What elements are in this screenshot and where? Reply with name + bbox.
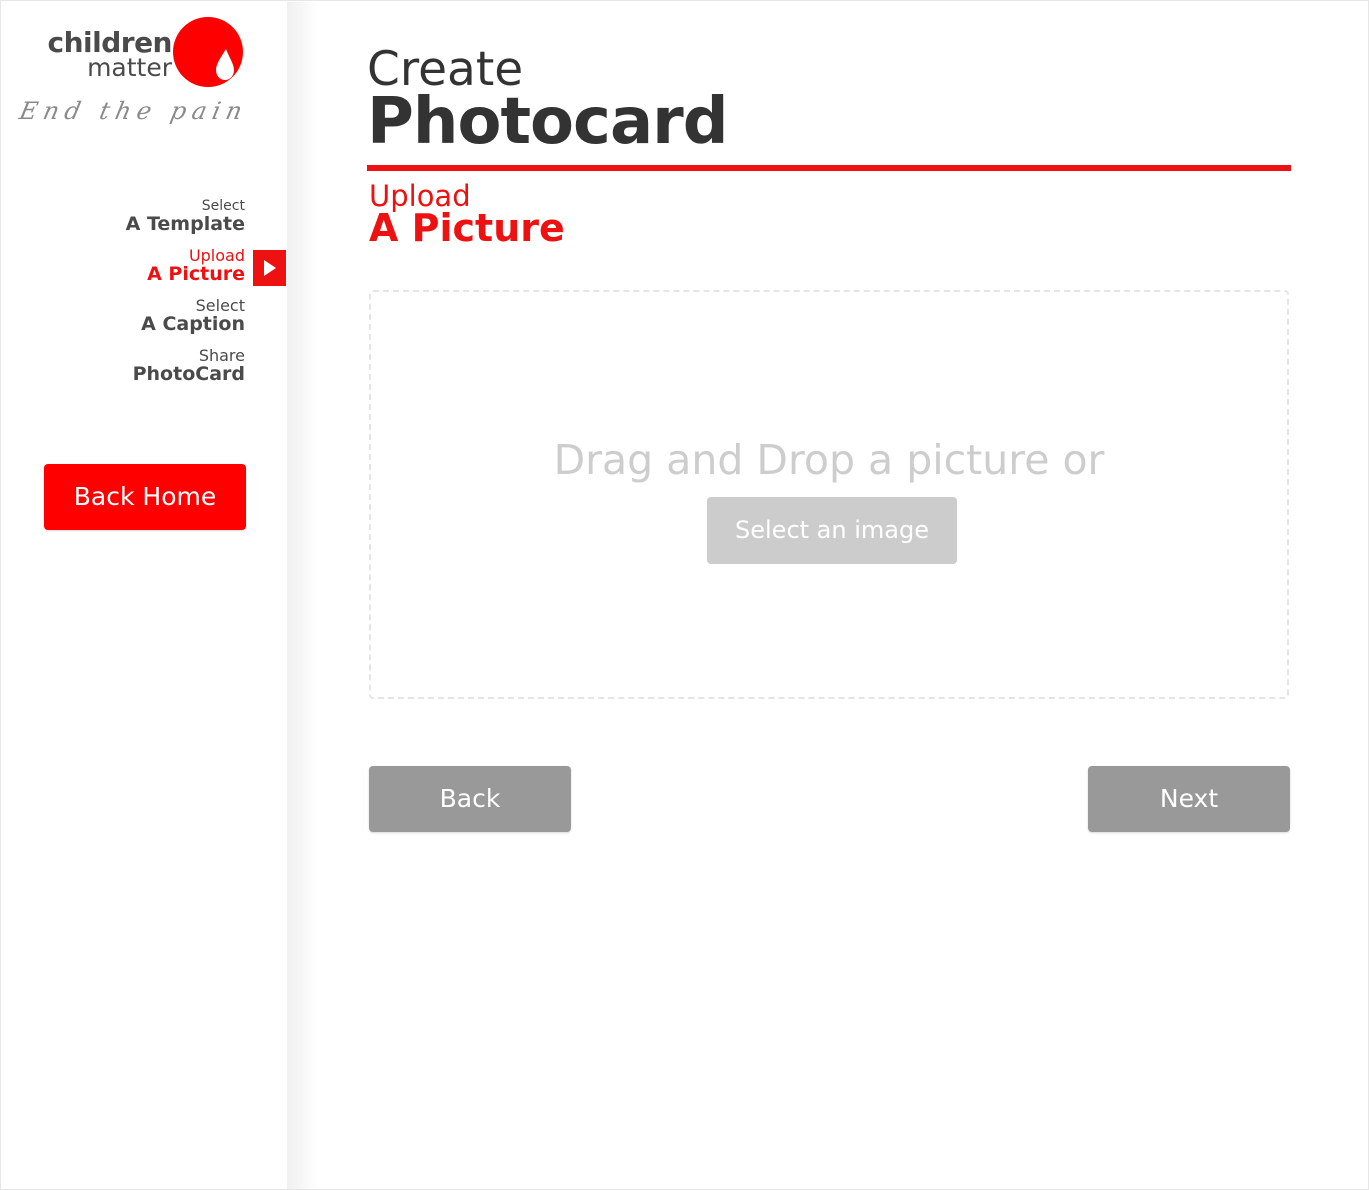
step-label-big: A Template [125, 213, 245, 235]
main-content: Create Photocard Upload A Picture Drag a… [367, 1, 1291, 1189]
next-button[interactable]: Next [1088, 766, 1290, 832]
logo-word-matter: matter [87, 53, 172, 82]
step-select-template[interactable]: Select A Template [2, 198, 286, 248]
image-dropzone[interactable]: Drag and Drop a picture or Select an ima… [369, 290, 1289, 699]
step-upload-picture[interactable]: Upload A Picture [2, 248, 286, 298]
step-share-photocard[interactable]: Share PhotoCard [2, 348, 286, 398]
logo[interactable]: children matter End the pain [2, 2, 286, 152]
back-button[interactable]: Back [369, 766, 571, 832]
app-frame: children matter End the pain Select A Te… [0, 0, 1369, 1190]
sidebar-shadow [287, 2, 319, 1189]
step-label-small: Share [198, 346, 245, 365]
play-arrow-icon [264, 260, 276, 276]
section-title: A Picture [369, 206, 565, 250]
sidebar: children matter End the pain Select A Te… [2, 2, 286, 1189]
step-list: Select A Template Upload A Picture Selec… [2, 198, 286, 398]
drop-icon [173, 17, 243, 87]
dropzone-text: Drag and Drop a picture or [553, 436, 1105, 484]
step-label-big: A Picture [147, 263, 245, 285]
title-divider [367, 165, 1291, 171]
logo-tagline: End the pain [17, 97, 251, 125]
select-image-button[interactable]: Select an image [707, 497, 957, 564]
page-title: Photocard [367, 85, 728, 159]
step-label-small: Select [195, 296, 245, 315]
step-select-caption[interactable]: Select A Caption [2, 298, 286, 348]
step-label-big: A Caption [141, 313, 245, 335]
step-label-small: Upload [188, 246, 245, 265]
step-label-small: Select [201, 198, 245, 214]
step-label-big: PhotoCard [132, 363, 245, 385]
active-step-marker [253, 250, 286, 286]
back-home-button[interactable]: Back Home [44, 464, 246, 530]
